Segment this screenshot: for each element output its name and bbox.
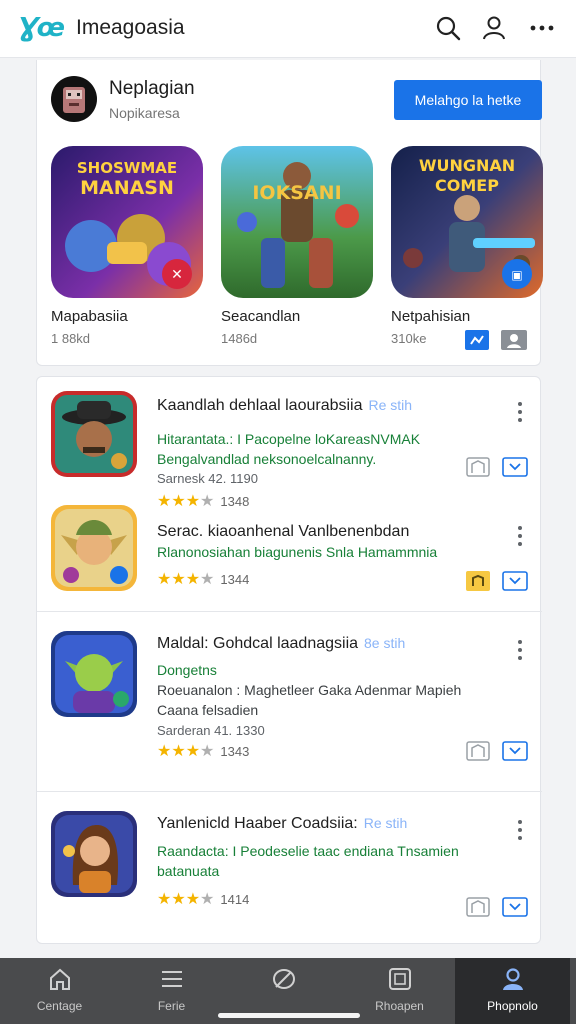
rating-count: 1344 <box>220 572 250 587</box>
more-vert-icon[interactable] <box>514 401 526 423</box>
featured-app-size: 1 88kd <box>51 331 91 346</box>
app-logo[interactable]: Ɣœ <box>18 13 65 43</box>
app-icon-heroine[interactable] <box>51 811 137 897</box>
star-rating: ★★★★ 1343 <box>157 743 250 760</box>
download-icon[interactable] <box>502 741 528 761</box>
featured-app-name: Seacandlan <box>221 308 301 325</box>
app-description-line: Dongetns <box>157 662 217 678</box>
app-meta: Sarderan 41. 1330 <box>157 723 265 738</box>
featured-app-size: 1486d <box>221 331 258 346</box>
nav-label: Centage <box>36 999 83 1013</box>
app-icon-goblin[interactable] <box>51 631 137 717</box>
app-title: Yanlenicld Haaber Coadsiia: <box>157 815 358 832</box>
nav-label: Rhoapen <box>375 999 424 1013</box>
leaf-icon <box>273 969 295 989</box>
nav-item-profile[interactable]: Phopnolo <box>455 958 570 1024</box>
list-item[interactable]: ★★★★ 1348 Serac. kiaoanhenal Vanlbenenbda… <box>37 457 542 609</box>
app-title: Imeagoasia <box>76 16 185 39</box>
nav-item-menu[interactable]: Ferie <box>114 958 229 1024</box>
list-item[interactable]: Maldal: Gohdcal laadnagsiia 8e stih Donge… <box>37 613 542 791</box>
developer-subtitle: Nopikaresa <box>109 105 180 121</box>
game-controller-icon[interactable] <box>466 571 490 591</box>
download-icon[interactable] <box>502 571 528 591</box>
featured-art-line: IOKSANI <box>252 182 342 204</box>
list-item-title: Yanlenicld Haaber Coadsiia: Re stih <box>157 815 407 833</box>
list-item[interactable]: Yanlenicld Haaber Coadsiia: Re stih Raand… <box>37 793 542 943</box>
app-icon-elf[interactable] <box>51 505 137 591</box>
more-vert-icon[interactable] <box>528 14 556 42</box>
wishlist-icon[interactable] <box>466 741 490 761</box>
app-description-line: batanuata <box>157 863 220 879</box>
divider <box>37 611 542 612</box>
featured-app-size: 310ke <box>391 331 427 346</box>
featured-app-artwork[interactable]: IOKSANI <box>221 146 373 298</box>
app-description-line: Bengalvandlad neksonoelcalnanny. <box>157 451 377 467</box>
app-title: Serac. kiaoanhenal Vanlbenenbdan <box>157 523 410 540</box>
profile-icon <box>503 968 523 990</box>
list-item-title: Maldal: Gohdcal laadnagsiia 8e stih <box>157 635 405 653</box>
top-app-bar: Ɣœ Imeagoasia <box>0 0 576 58</box>
rating-tag: Re stih <box>368 397 413 413</box>
rating-count: 1414 <box>220 892 250 907</box>
featured-app-name: Mapabasiia <box>51 308 128 325</box>
more-vert-icon[interactable] <box>514 819 526 841</box>
featured-art-line: SHOSWMAE <box>76 159 178 177</box>
rating-tag: 8e stih <box>364 635 406 651</box>
app-title: Kaandlah dehlaal laourabsiia <box>157 397 363 414</box>
profile-badge-icon[interactable] <box>501 330 527 350</box>
rating-count: 1348 <box>220 494 250 509</box>
nav-item-home[interactable]: Centage <box>2 958 117 1024</box>
developer-card: Neplagian Nopikaresa Melahgo la hetke ✕ … <box>36 60 543 366</box>
nav-label: Ferie <box>157 999 186 1013</box>
rating-count: 1343 <box>220 744 250 759</box>
list-item-title: Kaandlah dehlaal laourabsiia Re stih <box>157 397 412 415</box>
apps-box-icon <box>389 968 411 990</box>
star-rating: ★★★★ 1414 <box>157 891 250 908</box>
featured-app-artwork[interactable]: ✕ SHOSWMAE MANASN <box>51 146 203 298</box>
follow-developer-button[interactable]: Melahgo la hetke <box>394 80 542 120</box>
home-icon <box>50 968 70 990</box>
star-rating: ★★★★ 1348 <box>157 493 250 510</box>
app-list-card: Kaandlah dehlaal laourabsiia Re stih Hita… <box>36 376 542 944</box>
featured-art-line: MANASN <box>80 177 174 199</box>
app-meta: Sarnesk 42. 1190 <box>157 471 258 486</box>
download-icon[interactable] <box>502 457 528 477</box>
menu-icon <box>162 971 182 987</box>
svg-text:✕: ✕ <box>171 267 183 283</box>
account-icon[interactable] <box>480 14 508 42</box>
list-item[interactable]: Kaandlah dehlaal laourabsiia Re stih Hita… <box>37 377 542 497</box>
nav-label: Phopnolo <box>487 999 538 1013</box>
app-icon-cowboy[interactable] <box>51 391 137 477</box>
share-icon[interactable] <box>465 330 489 350</box>
developer-avatar[interactable] <box>51 76 97 122</box>
wishlist-icon[interactable] <box>466 897 490 917</box>
more-vert-icon[interactable] <box>514 525 526 547</box>
app-description-line: Caana felsadien <box>157 702 259 718</box>
svg-text:▣: ▣ <box>511 268 522 282</box>
divider <box>37 791 542 792</box>
more-vert-icon[interactable] <box>514 639 526 661</box>
app-description-line: Raandacta: I Peodeselie taac endiana Tns… <box>157 843 459 859</box>
home-indicator[interactable] <box>218 1013 360 1018</box>
app-description-line: Roeuanalon : Maghetleer Gaka Adenmar Map… <box>157 682 462 698</box>
app-description-line: Hitarantata.: I Pacopelne loKareasNVMAK <box>157 431 421 447</box>
featured-art-line: WUNGNAN <box>418 156 516 175</box>
developer-name: Neplagian <box>109 78 195 99</box>
app-title: Maldal: Gohdcal laadnagsiia <box>157 635 359 652</box>
wishlist-icon[interactable] <box>466 457 490 477</box>
app-description-line: Rlanonosiahan biagunenis Snla Hamammnia <box>157 544 438 560</box>
star-rating: ★★★★ 1344 <box>157 571 250 588</box>
download-icon[interactable] <box>502 897 528 917</box>
search-icon[interactable] <box>434 14 462 42</box>
featured-app-name: Netpahisian <box>391 308 471 325</box>
featured-art-line: COMEP <box>435 176 499 195</box>
rating-tag: Re stih <box>363 815 408 831</box>
featured-app-artwork[interactable]: ▣ WUNGNAN COMEP <box>391 146 543 298</box>
